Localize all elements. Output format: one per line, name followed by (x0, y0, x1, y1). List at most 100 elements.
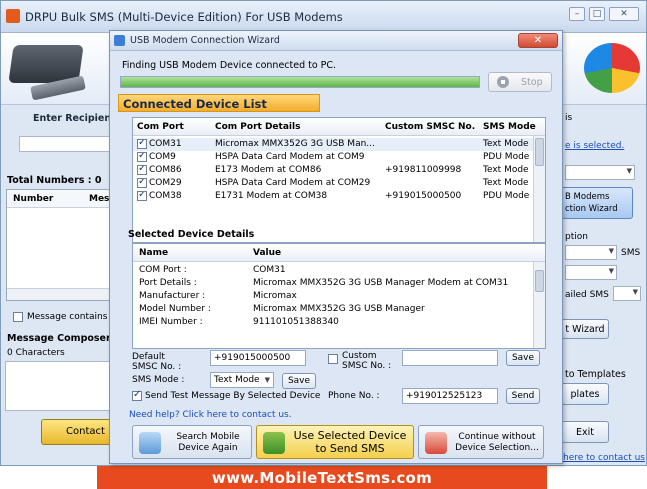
send-test-message-checkbox[interactable] (132, 389, 142, 401)
device-checkbox[interactable] (137, 165, 147, 175)
message-contains-label: Message contains (27, 312, 108, 322)
main-window-title: DRPU Bulk SMS (Multi-Device Edition) For… (25, 10, 343, 24)
details-scrollbar[interactable] (533, 262, 545, 348)
selected-device-details-table[interactable]: Name Value COM Port : COM31 Port Details :… (132, 243, 546, 349)
device-com-port: COM38 (149, 191, 182, 201)
device-checkbox[interactable] (137, 152, 147, 162)
device-row[interactable]: COM38 E1731 Modem at COM38 +919015000500 PD… (133, 190, 545, 203)
website-banner: www.MobileTextSms.com (97, 466, 547, 489)
app-icon (6, 9, 20, 23)
use-selected-device-button[interactable]: Use Selected Device to Send SMS (256, 425, 414, 459)
wizard-button[interactable]: t Wizard (561, 319, 609, 339)
contact-us-button[interactable]: Contact u (41, 419, 111, 445)
search-device-again-button[interactable]: Search Mobile Device Again (132, 425, 252, 459)
device-table-header: Com Port Com Port Details Custom SMSC No… (133, 118, 545, 136)
status-text: Finding USB Modem Device connected to PC… (122, 60, 337, 71)
custom-smsc-label-line2: SMSC No. : (342, 361, 392, 371)
usb-modem-wizard-button[interactable]: B Modems ction Wizard (561, 187, 633, 219)
close-button[interactable]: ✕ (609, 7, 639, 21)
phone-number-input[interactable]: +919012525123 (402, 388, 498, 404)
message-composer-textarea[interactable] (5, 361, 111, 411)
option-dropdown-2[interactable] (565, 265, 617, 280)
device-port-details: HSPA Data Card Modem at COM29 (215, 178, 371, 188)
custom-smsc-field[interactable] (402, 350, 498, 366)
templates-button[interactable]: plates (561, 383, 609, 405)
usb-modem-connection-wizard-dialog: USB Modem Connection Wizard ✕ Finding US… (109, 30, 563, 464)
device-port-details: HSPA Data Card Modem at COM9 (215, 152, 365, 162)
option-dropdown-1[interactable] (565, 245, 617, 260)
details-scrollbar-thumb[interactable] (535, 270, 544, 292)
search-again-line2: Device Again (178, 443, 238, 453)
use-selected-line1: Use Selected Device (293, 429, 407, 442)
numbers-grid[interactable]: Number Mes (6, 189, 111, 301)
continue-without-line1: Continue without (458, 432, 536, 442)
column-number: Number (13, 194, 54, 204)
connected-device-table[interactable]: Com Port Com Port Details Custom SMSC No… (132, 117, 546, 243)
device-row[interactable]: COM31 Micromax MMX352G 3G USB Man... Text … (133, 138, 545, 151)
send-test-message-label: Send Test Message By Selected Device (145, 391, 321, 401)
device-com-port: COM29 (149, 178, 182, 188)
device-list-scrollbar[interactable] (533, 136, 545, 242)
continue-without-line2: Device Selection... (455, 443, 539, 453)
default-smsc-field[interactable]: +919015000500 (210, 350, 306, 366)
failed-sms-dropdown[interactable] (613, 286, 641, 301)
custom-smsc-checkbox[interactable] (328, 354, 338, 364)
search-again-line1: Search Mobile (176, 432, 240, 442)
save-custom-smsc-button[interactable]: Save (506, 350, 540, 366)
wizard-icon (114, 35, 125, 46)
sms-mode-label: SMS Mode : (132, 375, 185, 385)
default-smsc-label-line2: SMSC No. : (132, 362, 182, 372)
pie-chart-icon (584, 43, 640, 93)
failed-sms-label: ailed SMS (565, 290, 609, 300)
scrollbar-thumb[interactable] (535, 138, 544, 166)
progress-fill (121, 77, 479, 87)
stop-button[interactable]: Stop (488, 72, 552, 92)
sms-mode-select[interactable]: Text Mode (210, 372, 274, 388)
device-custom-smsc: +919015000500 (385, 191, 462, 201)
device-checkbox[interactable] (137, 139, 147, 149)
column-name: Name (139, 248, 169, 258)
contact-us-link[interactable]: here to contact us (563, 453, 645, 463)
checkmark-icon (263, 432, 285, 454)
connected-device-list-header: Connected Device List (118, 94, 320, 112)
column-value: Value (253, 248, 282, 258)
help-contact-link[interactable]: Need help? Click here to contact us. (129, 410, 292, 420)
to-templates-label: to Templates (565, 369, 626, 380)
no-device-icon (425, 432, 447, 454)
send-test-button[interactable]: Send (506, 388, 540, 404)
main-title-bar: DRPU Bulk SMS (Multi-Device Edition) For… (1, 1, 646, 33)
column-sms-mode: SMS Mode (483, 122, 536, 132)
message-contains-option[interactable]: Message contains (13, 312, 107, 322)
exit-button[interactable]: Exit (561, 421, 609, 443)
stop-icon (497, 76, 509, 88)
save-sms-mode-button[interactable]: Save (282, 373, 316, 389)
detail-row: Port Details : Micromax MMX352G 3G USB Ma… (133, 277, 533, 290)
dialog-close-button[interactable]: ✕ (518, 33, 558, 48)
detail-row: IMEI Number : 911101051388340 (133, 316, 533, 329)
horizontal-scrollbar[interactable] (7, 288, 110, 300)
device-sms-mode: PDU Mode (483, 191, 530, 201)
recipient-input[interactable] (19, 136, 111, 152)
continue-without-device-button[interactable]: Continue without Device Selection... (418, 425, 544, 459)
use-selected-line2: to Send SMS (315, 442, 385, 455)
selected-device-link[interactable]: e is selected. (565, 141, 624, 151)
device-row[interactable]: COM29 HSPA Data Card Modem at COM29 Text M… (133, 177, 545, 190)
device-custom-smsc: +919811009998 (385, 165, 462, 175)
device-dropdown[interactable] (565, 165, 635, 180)
enter-recipient-label: Enter Recipien (33, 113, 112, 124)
exit-button-label: Exit (576, 427, 594, 438)
character-count: 0 Characters (7, 348, 65, 358)
device-row[interactable]: COM86 E173 Modem at COM86 +919811009998 Tex… (133, 164, 545, 177)
dialog-title: USB Modem Connection Wizard (130, 35, 280, 46)
option-label: ption (565, 232, 588, 242)
maximize-button[interactable]: □ (589, 7, 605, 21)
detail-name: Model Number : (139, 304, 211, 314)
device-row[interactable]: COM9 HSPA Data Card Modem at COM9 PDU Mode (133, 151, 545, 164)
minimize-button[interactable]: – (569, 7, 585, 21)
usb-search-icon (139, 432, 161, 454)
device-checkbox[interactable] (137, 191, 147, 201)
device-port-details: E1731 Modem at COM38 (215, 191, 328, 201)
message-contains-checkbox[interactable] (13, 312, 23, 322)
search-progress-bar (120, 76, 480, 88)
device-checkbox[interactable] (137, 178, 147, 188)
